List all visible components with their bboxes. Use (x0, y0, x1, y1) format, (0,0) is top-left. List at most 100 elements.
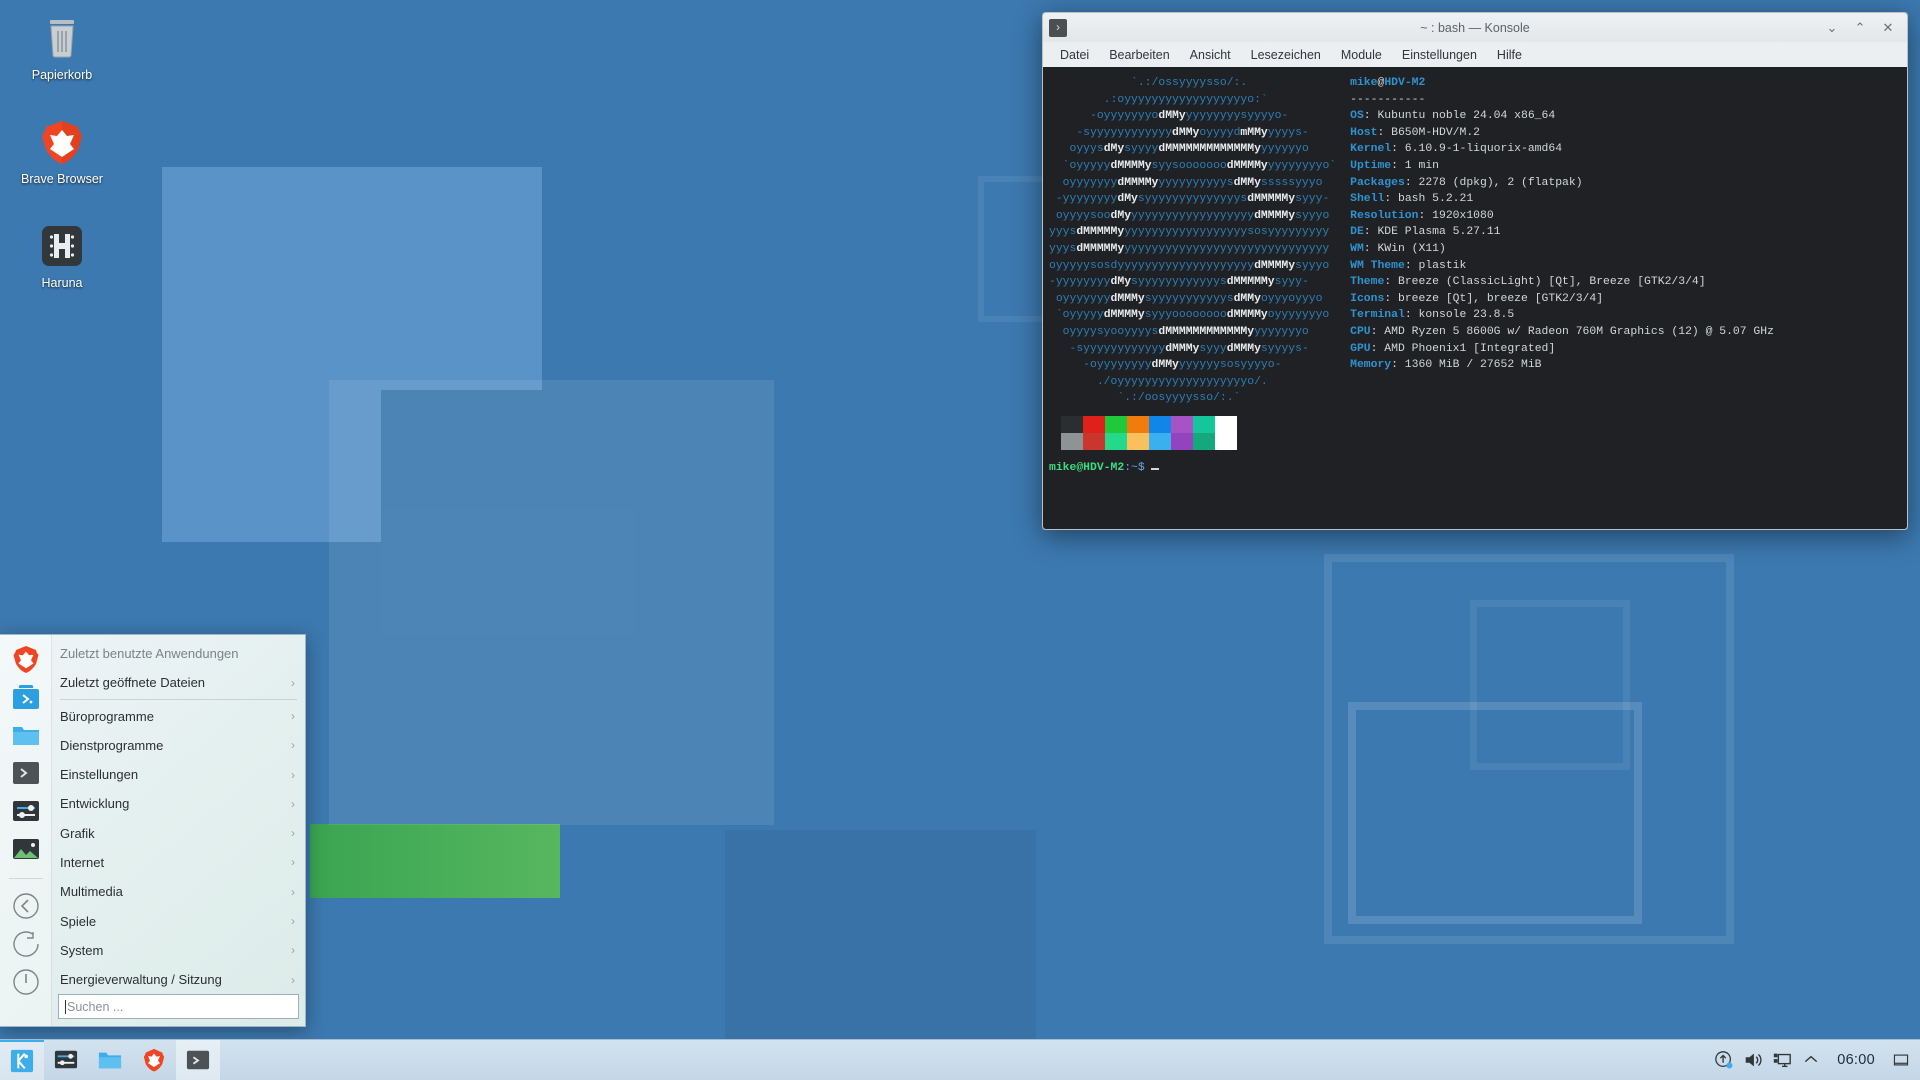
menu-module[interactable]: Module (1332, 45, 1391, 65)
discover-icon[interactable] (11, 682, 41, 712)
menu-item-entwicklung[interactable]: Entwicklung › (52, 789, 305, 818)
menu-item-internet[interactable]: Internet › (52, 848, 305, 877)
konsole-icon (186, 1050, 210, 1070)
neofetch-ascii-logo: `.:/ossyyyysso/:. .:oyyyyyyyyyyyyyyyyyyo… (1049, 77, 1337, 405)
file-manager-icon (98, 1052, 122, 1069)
menu-item-label: System (60, 942, 104, 958)
menu-item-label: Dienstprogramme (60, 737, 164, 753)
palette-swatch (1193, 415, 1215, 433)
palette-swatch (1105, 415, 1127, 433)
menu-item-system[interactable]: System › (52, 936, 305, 965)
konsole-titlebar[interactable]: › ~ : bash — Konsole ⌄ ⌃ ✕ (1042, 12, 1908, 42)
window-controls: ⌄ ⌃ ✕ (1819, 17, 1901, 39)
menu-lesezeichen[interactable]: Lesezeichen (1242, 45, 1330, 65)
neofetch-color-palette (1061, 415, 1907, 450)
window-title: ~ : bash — Konsole (1420, 20, 1530, 35)
brave-icon (38, 118, 86, 166)
system-tray: 06:00 (1711, 1047, 1920, 1073)
application-launcher-button[interactable] (0, 1039, 44, 1080)
task-files[interactable] (88, 1040, 132, 1080)
palette-swatch (1149, 415, 1171, 433)
chevron-right-icon: › (291, 796, 295, 811)
konsole-icon[interactable] (11, 758, 41, 788)
trash-icon (38, 14, 86, 62)
updates-icon[interactable] (1711, 1047, 1737, 1073)
menu-item-label: Entwicklung (60, 796, 130, 812)
chevron-right-icon: › (291, 972, 295, 987)
menu-hilfe[interactable]: Hilfe (1488, 45, 1531, 65)
menu-item-label: Einstellungen (60, 767, 139, 783)
palette-swatch (1215, 415, 1237, 433)
palette-swatch (1193, 432, 1215, 450)
settings-icon (54, 1050, 78, 1069)
konsole-terminal-area[interactable]: `.:/ossyyyysso/:. .:oyyyyyyyyyyyyyyyyyyo… (1042, 67, 1908, 530)
volume-icon[interactable] (1740, 1047, 1766, 1073)
task-brave[interactable] (132, 1040, 176, 1080)
desktop-icon-brave-browser[interactable]: Brave Browser (7, 118, 117, 187)
menu-item-multimedia[interactable]: Multimedia › (52, 877, 305, 906)
image-viewer-icon[interactable] (11, 834, 41, 864)
menu-item-label: Internet (60, 854, 105, 870)
chevron-right-icon: › (291, 914, 295, 928)
wallpaper-shape-square-br-inner (1348, 702, 1642, 924)
close-button[interactable]: ✕ (1875, 17, 1901, 39)
prompt-path: :~$ (1124, 461, 1145, 474)
restart-icon[interactable] (11, 929, 41, 959)
search-placeholder: Suchen ... (67, 999, 124, 1014)
chevron-right-icon: › (291, 738, 295, 753)
file-manager-icon[interactable] (11, 720, 41, 750)
haruna-icon (38, 222, 86, 270)
menu-divider (60, 698, 297, 700)
text-cursor (65, 999, 66, 1014)
menu-datei[interactable]: Datei (1051, 45, 1098, 65)
palette-swatch (1127, 415, 1149, 433)
menu-item-label: Grafik (60, 825, 95, 841)
task-settings[interactable] (44, 1040, 88, 1080)
chevron-right-icon: › (291, 767, 295, 782)
desktop-icon-papierkorb[interactable]: Papierkorb (7, 14, 117, 83)
maximize-button[interactable]: ⌃ (1847, 17, 1873, 39)
minimize-button[interactable]: ⌄ (1819, 17, 1845, 39)
shell-prompt[interactable]: mike@HDV-M2:~$ (1047, 462, 1907, 474)
menu-item-label: Zuletzt benutzte Anwendungen (60, 646, 239, 662)
search-input[interactable]: Suchen ... (58, 994, 299, 1019)
brave-icon[interactable] (11, 644, 41, 674)
power-icon[interactable] (11, 967, 41, 997)
menu-bearbeiten[interactable]: Bearbeiten (1100, 45, 1178, 65)
palette-swatch (1215, 432, 1237, 450)
application-menu-list: Zuletzt benutzte Anwendungen Zuletzt geöf… (52, 635, 305, 1026)
chevron-right-icon: › (291, 826, 295, 841)
chevron-up-icon[interactable] (1798, 1047, 1824, 1073)
back-icon[interactable] (11, 891, 41, 921)
menu-item-spiele[interactable]: Spiele › (52, 906, 305, 935)
prompt-user: mike@HDV-M2 (1049, 461, 1125, 474)
show-desktop-icon[interactable] (1888, 1047, 1914, 1073)
menu-item-dienstprogramme[interactable]: Dienstprogramme › (52, 731, 305, 760)
menu-einstellungen[interactable]: Einstellungen (1393, 45, 1486, 65)
menu-item-energieverwaltung-sitzung[interactable]: Energieverwaltung / Sitzung › (52, 965, 305, 994)
clock[interactable]: 06:00 (1827, 1052, 1885, 1068)
wallpaper-shape-green-bar (310, 824, 560, 898)
konsole-window[interactable]: › ~ : bash — Konsole ⌄ ⌃ ✕ Datei Bearbeit… (1042, 12, 1908, 530)
menu-item-einstellungen[interactable]: Einstellungen › (52, 760, 305, 789)
application-menu-sidebar (0, 635, 52, 1026)
settings-icon[interactable] (11, 796, 41, 826)
menu-ansicht[interactable]: Ansicht (1181, 45, 1240, 65)
chevron-right-icon: › (291, 884, 295, 899)
menu-item-büroprogramme[interactable]: Büroprogramme › (52, 702, 305, 731)
terminal-icon: › (1049, 18, 1067, 37)
menu-item-label: Multimedia (60, 884, 123, 900)
palette-swatch (1149, 432, 1171, 450)
display-icon[interactable] (1769, 1047, 1795, 1073)
menu-item-grafik[interactable]: Grafik › (52, 819, 305, 848)
chevron-right-icon: › (291, 943, 295, 958)
kde-k-icon (10, 1049, 34, 1073)
neofetch-info-list: mike@HDV-M2 ----------- OS: Kubuntu nobl… (1350, 77, 1774, 372)
desktop-icon-haruna[interactable]: Haruna (7, 222, 117, 291)
application-menu[interactable]: Zuletzt benutzte Anwendungen Zuletzt geöf… (0, 634, 306, 1027)
chevron-right-icon: › (291, 855, 295, 870)
desktop-icon-label: Papierkorb (31, 68, 93, 82)
menu-item-zuletzt-geöffnete-dateien[interactable]: Zuletzt geöffnete Dateien › (52, 668, 305, 697)
palette-swatch (1083, 415, 1105, 433)
task-konsole[interactable] (176, 1039, 220, 1080)
